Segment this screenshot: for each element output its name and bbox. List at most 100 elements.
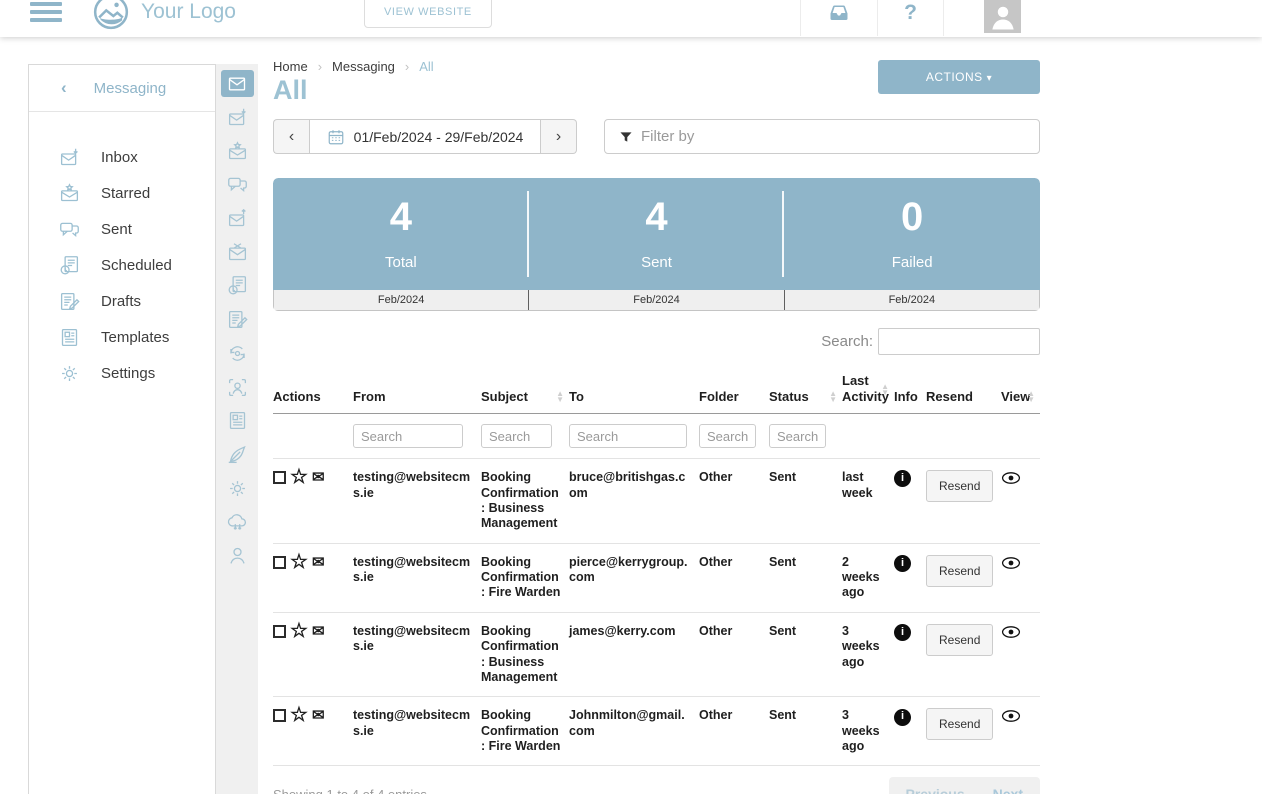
view-eye-icon[interactable] (1001, 708, 1021, 724)
help-button[interactable]: ? (877, 0, 943, 36)
chat-icon (59, 219, 80, 240)
envelope-icon[interactable]: ✉ (312, 709, 325, 722)
sidebar-item-inbox[interactable]: Inbox (29, 139, 215, 175)
calendar-icon (327, 128, 345, 146)
rail-item-scheduled[interactable] (216, 269, 258, 303)
table-header-row: Actions From Subject▲▼ To Folder Status▲… (273, 367, 1040, 414)
column-header-status[interactable]: Status▲▼ (769, 367, 842, 414)
resend-button[interactable]: Resend (926, 470, 993, 502)
info-icon[interactable]: i (894, 709, 911, 726)
sidebar-item-settings[interactable]: Settings (29, 355, 215, 391)
next-page-button[interactable]: Next (993, 786, 1023, 794)
sidebar-item-drafts[interactable]: Drafts (29, 283, 215, 319)
envelope-icon[interactable]: ✉ (312, 625, 325, 638)
chevron-left-icon: ‹ (61, 78, 67, 98)
column-label: View (1001, 389, 1030, 404)
rail-item-contacts[interactable] (216, 370, 258, 404)
sidebar-item-label: Settings (101, 365, 155, 382)
avatar[interactable] (984, 0, 1021, 33)
date-next-button[interactable]: › (541, 119, 577, 154)
cell-subject: Booking Confirmation: Fire Warden (481, 697, 569, 766)
top-bar-actions: ? (800, 0, 1021, 36)
resend-button[interactable]: Resend (926, 555, 993, 587)
sidebar-item-label: Inbox (101, 149, 138, 166)
rail-item-sync[interactable] (216, 505, 258, 539)
star-icon[interactable]: ☆ (290, 709, 308, 722)
star-icon[interactable]: ☆ (290, 625, 308, 638)
subject-filter-input[interactable] (481, 424, 552, 448)
cell-status: Sent (769, 543, 842, 612)
view-eye-icon[interactable] (1001, 470, 1021, 486)
info-icon[interactable]: i (894, 470, 911, 487)
logo[interactable]: Your Logo (92, 0, 236, 31)
resend-button[interactable]: Resend (926, 624, 993, 656)
rail-item-chat[interactable] (216, 168, 258, 202)
sidebar-item-templates[interactable]: Templates (29, 319, 215, 355)
controls-row: ‹ 01/Feb/2024 - 29/Feb/2024 › (273, 119, 1040, 154)
row-checkbox[interactable] (273, 471, 286, 484)
rail-item-inbox[interactable] (216, 101, 258, 135)
stat-label: Sent (641, 254, 672, 271)
actions-dropdown-button[interactable]: ACTIONS▾ (878, 60, 1040, 94)
sidebar-item-starred[interactable]: Starred (29, 175, 215, 211)
cell-subject: Booking Confirmation: Business Managemen… (481, 612, 569, 697)
view-eye-icon[interactable] (1001, 624, 1021, 640)
inbox-tray-button[interactable] (800, 0, 877, 36)
date-prev-button[interactable]: ‹ (273, 119, 309, 154)
breadcrumb-messaging[interactable]: Messaging (332, 59, 395, 74)
sidebar-item-scheduled[interactable]: Scheduled (29, 247, 215, 283)
to-filter-input[interactable] (569, 424, 687, 448)
row-checkbox[interactable] (273, 709, 286, 722)
inbox-tray-icon (827, 1, 851, 25)
column-header-last-activity[interactable]: Last Activity▲▼ (842, 367, 894, 414)
info-icon[interactable]: i (894, 555, 911, 572)
cloud-icon (227, 511, 248, 532)
status-filter-input[interactable] (769, 424, 826, 448)
rail-item-messaging[interactable] (216, 67, 258, 101)
cell-last-activity: 3 weeks ago (842, 612, 894, 697)
view-eye-icon[interactable] (1001, 555, 1021, 571)
column-header-view[interactable]: View▲▼ (1001, 367, 1040, 414)
info-icon[interactable]: i (894, 624, 911, 641)
envelope-icon[interactable]: ✉ (312, 556, 325, 569)
logo-image-icon (92, 0, 130, 31)
row-checkbox[interactable] (273, 625, 286, 638)
table-footer: Showing 1 to 4 of 4 entries Previous Nex… (273, 777, 1040, 794)
view-website-button[interactable]: VIEW WEBSITE (364, 0, 492, 28)
rail-item-signature[interactable] (216, 438, 258, 472)
stat-sent: 4 Sent (529, 178, 785, 290)
stat-total: 4 Total (273, 178, 529, 290)
column-header-subject[interactable]: Subject▲▼ (481, 367, 569, 414)
from-filter-input[interactable] (353, 424, 463, 448)
previous-page-button[interactable]: Previous (906, 786, 965, 794)
cell-folder: Other (699, 543, 769, 612)
messaging-app: Your Logo VIEW WEBSITE ? ‹ Messaging (0, 0, 1262, 794)
hamburger-menu-icon[interactable] (30, 2, 62, 26)
filter-input[interactable] (641, 120, 1039, 153)
rail-item-drafts[interactable] (216, 303, 258, 337)
rail-item-failed[interactable] (216, 235, 258, 269)
rail-item-support[interactable] (216, 539, 258, 573)
envelope-icon[interactable]: ✉ (312, 471, 325, 484)
star-icon[interactable]: ☆ (290, 556, 308, 569)
folder-filter-input[interactable] (699, 424, 756, 448)
rail-item-starred[interactable] (216, 134, 258, 168)
mail-star-icon (59, 183, 80, 204)
sort-arrows-icon: ▲▼ (881, 384, 889, 395)
row-checkbox[interactable] (273, 556, 286, 569)
person-icon (227, 545, 248, 566)
resend-button[interactable]: Resend (926, 708, 993, 740)
star-icon[interactable]: ☆ (290, 471, 308, 484)
column-label: Status (769, 389, 809, 404)
sidebar-collapse-header[interactable]: ‹ Messaging (29, 65, 215, 112)
column-label: Subject (481, 389, 528, 404)
rail-item-settings[interactable] (216, 471, 258, 505)
rail-item-automation[interactable] (216, 337, 258, 371)
rail-item-newsletter[interactable] (216, 404, 258, 438)
doc-pen-icon (227, 309, 248, 330)
sidebar-item-sent[interactable]: Sent (29, 211, 215, 247)
date-range-picker[interactable]: 01/Feb/2024 - 29/Feb/2024 (309, 119, 541, 154)
table-search-input[interactable] (878, 328, 1040, 355)
breadcrumb-home[interactable]: Home (273, 59, 308, 74)
rail-item-sent[interactable] (216, 202, 258, 236)
